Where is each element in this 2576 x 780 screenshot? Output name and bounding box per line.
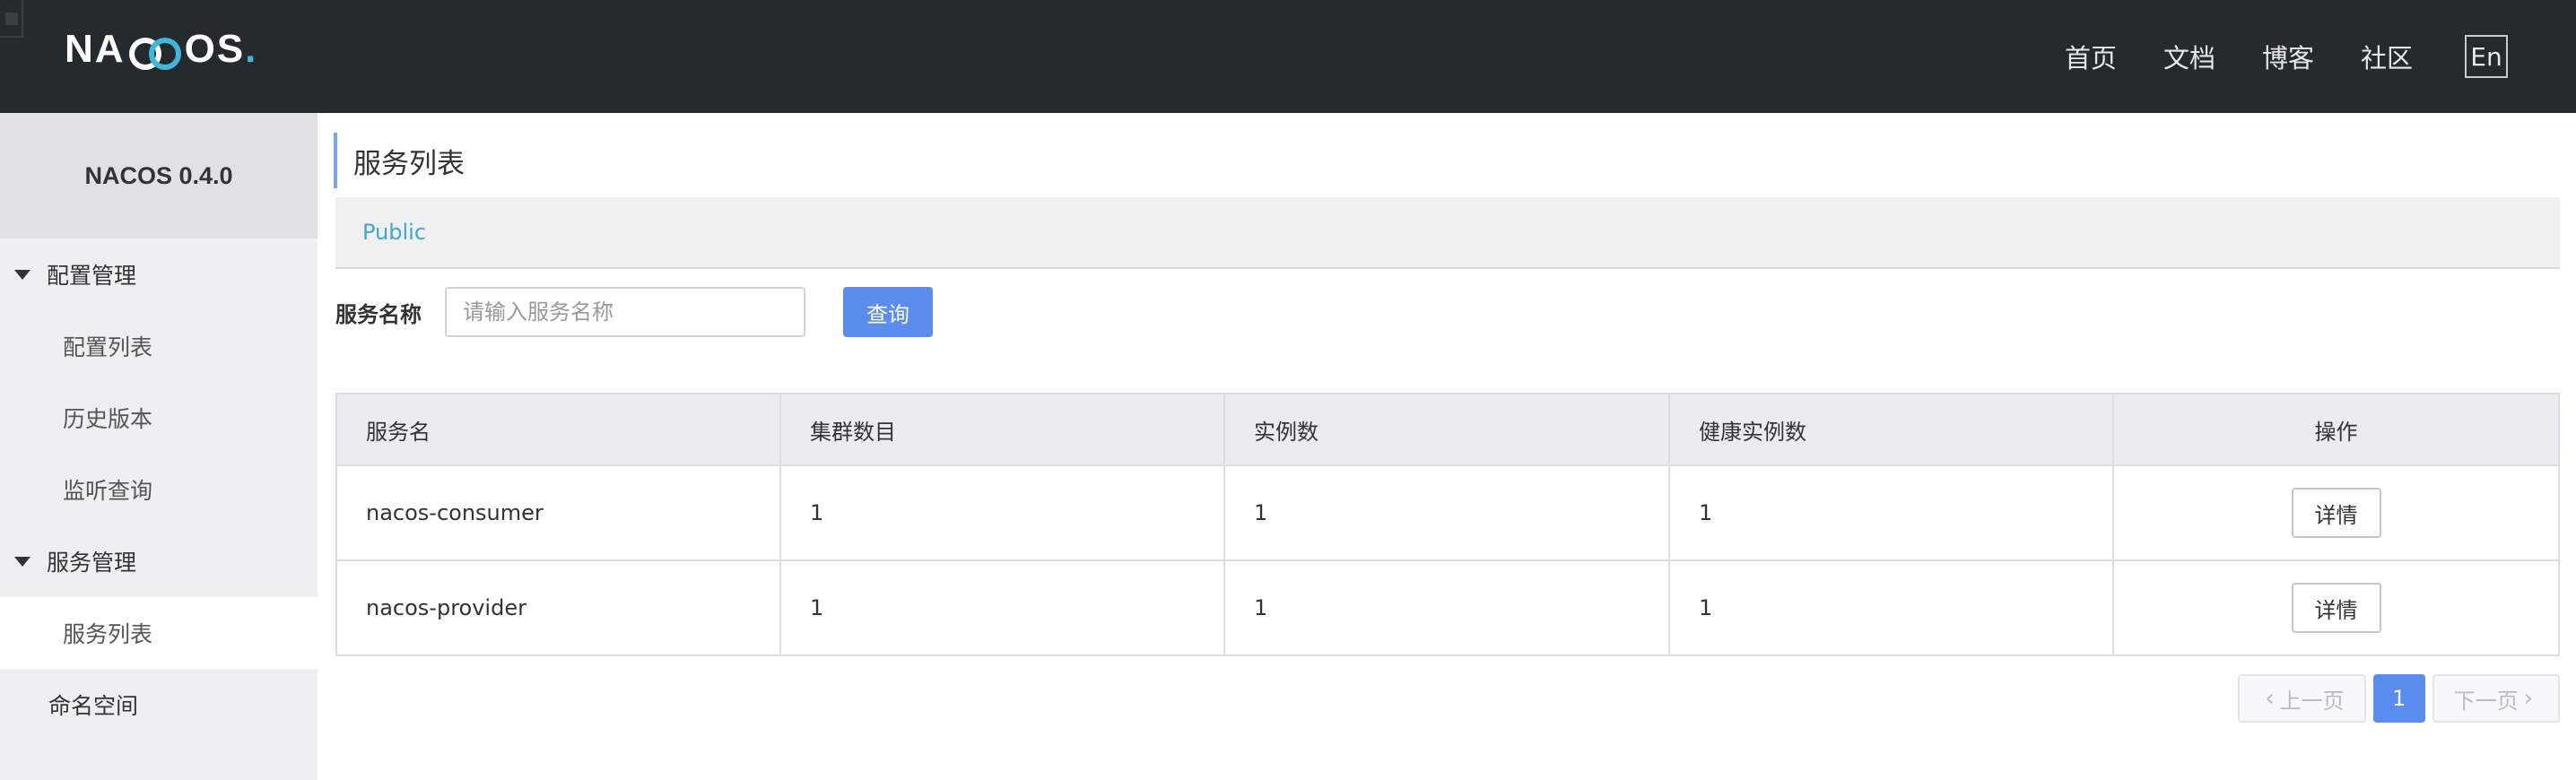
page-title: 服务列表 — [334, 133, 465, 188]
nacos-logo[interactable]: NA OS. — [65, 27, 257, 72]
column-header-cluster-count: 集群数目 — [779, 393, 1225, 466]
sidebar-item-service-list[interactable]: 服务列表 — [0, 597, 318, 669]
nav-blog[interactable]: 博客 — [2262, 38, 2314, 75]
cell-service-name: nacos-consumer — [335, 464, 781, 561]
nav-home[interactable]: 首页 — [2065, 38, 2117, 75]
next-page-button[interactable]: 下一页 › — [2432, 674, 2560, 723]
prev-page-button[interactable]: ‹ 上一页 — [2238, 674, 2366, 723]
chevron-left-icon: ‹ — [2265, 685, 2275, 712]
top-nav: 首页 文档 博客 社区 En — [2065, 0, 2576, 113]
search-form: 服务名称 查询 — [335, 287, 933, 337]
table-row: nacos-provider 1 1 1 详情 — [335, 559, 2560, 656]
cell-instance-count: 1 — [1223, 559, 1670, 656]
caret-down-icon — [14, 269, 30, 280]
cell-instance-count: 1 — [1223, 464, 1670, 561]
namespace-public-link[interactable]: Public — [362, 220, 426, 245]
menu-group-service-label: 服务管理 — [47, 550, 137, 576]
nav-docs[interactable]: 文档 — [2163, 38, 2215, 75]
sidebar-item-namespace[interactable]: 命名空间 — [0, 669, 318, 741]
menu-group-config[interactable]: 配置管理 — [0, 238, 318, 310]
menu-group-config-label: 配置管理 — [47, 263, 137, 289]
column-header-instance-count: 实例数 — [1223, 393, 1670, 466]
page-number-current[interactable]: 1 — [2372, 674, 2425, 723]
cell-cluster-count: 1 — [779, 559, 1225, 656]
column-header-service-name: 服务名 — [335, 393, 781, 466]
service-name-label: 服务名称 — [335, 301, 422, 327]
sidebar: NACOS 0.4.0 配置管理 配置列表 历史版本 监听查询 服务管理 服务列… — [0, 113, 318, 780]
chevron-right-icon: › — [2523, 685, 2533, 712]
version-title: NACOS 0.4.0 — [0, 113, 318, 238]
sidebar-item-history[interactable]: 历史版本 — [0, 382, 318, 454]
corner-mark — [0, 0, 23, 38]
prev-page-label: 上一页 — [2279, 688, 2345, 714]
table-header-row: 服务名 集群数目 实例数 健康实例数 操作 — [335, 393, 2560, 466]
logo-text-os: OS — [184, 27, 246, 71]
sidebar-item-config-list[interactable]: 配置列表 — [0, 310, 318, 382]
top-header: NA OS. 首页 文档 博客 社区 En — [0, 0, 2576, 113]
cell-service-name: nacos-provider — [335, 559, 781, 656]
service-table: 服务名 集群数目 实例数 健康实例数 操作 nacos-consumer 1 1… — [335, 393, 2560, 656]
cell-operations: 详情 — [2112, 559, 2560, 656]
logo-text-na: NA — [65, 27, 126, 71]
detail-button[interactable]: 详情 — [2291, 583, 2381, 633]
pagination: ‹ 上一页 1 下一页 › — [2238, 674, 2560, 723]
cell-healthy-count: 1 — [1668, 559, 2114, 656]
logo-rings-icon — [127, 36, 183, 72]
cell-cluster-count: 1 — [779, 464, 1225, 561]
cell-healthy-count: 1 — [1668, 464, 2114, 561]
menu-group-service[interactable]: 服务管理 — [0, 525, 318, 597]
column-header-healthy-count: 健康实例数 — [1668, 393, 2114, 466]
cell-operations: 详情 — [2112, 464, 2560, 561]
nav-community[interactable]: 社区 — [2361, 38, 2413, 75]
query-button[interactable]: 查询 — [843, 287, 933, 337]
sidebar-item-listener-query[interactable]: 监听查询 — [0, 454, 318, 525]
caret-down-icon — [14, 556, 30, 567]
namespace-bar: Public — [335, 197, 2560, 269]
logo-dot: . — [245, 27, 258, 71]
next-page-label: 下一页 — [2453, 688, 2519, 714]
column-header-operations: 操作 — [2112, 393, 2560, 466]
service-name-input[interactable] — [445, 287, 805, 337]
table-row: nacos-consumer 1 1 1 详情 — [335, 464, 2560, 561]
detail-button[interactable]: 详情 — [2291, 488, 2381, 538]
language-toggle-button[interactable]: En — [2465, 35, 2508, 78]
